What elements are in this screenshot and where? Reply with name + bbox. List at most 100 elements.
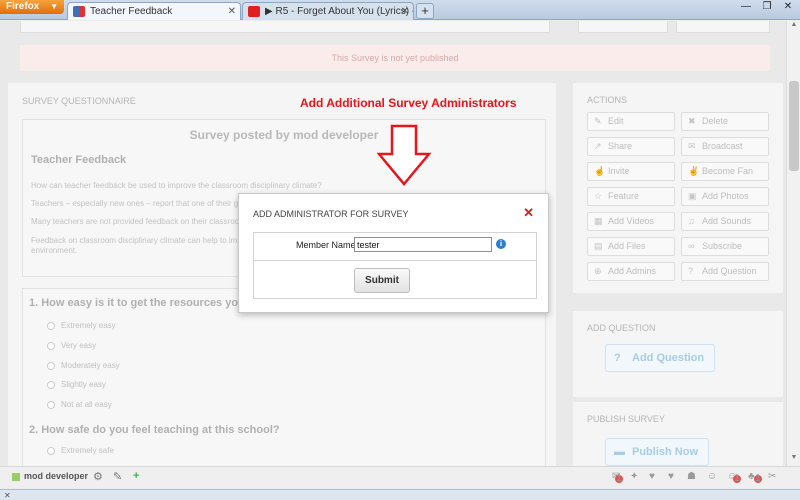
questions-list: 1. How easy is it to get the resources y… <box>22 288 546 466</box>
new-tab-button[interactable]: + <box>416 3 434 19</box>
share-icon: ↗ <box>594 141 602 151</box>
button-label: Broadcast <box>702 141 743 151</box>
option-label: Very easy <box>61 341 97 350</box>
scroll-up-icon[interactable]: ▲ <box>787 21 800 33</box>
delete-button[interactable]: ✖ Delete <box>681 112 769 131</box>
person-alert-icon[interactable]: ☺ 1 <box>727 471 741 484</box>
radio-button[interactable] <box>47 446 55 455</box>
button-label: Add Admins <box>608 266 657 276</box>
actions-panel: ACTIONS ✎ Edit ✖ Delete ↗ Share ✉ Broadcast … <box>573 83 783 293</box>
scrollbar-thumb[interactable] <box>789 81 799 171</box>
broadcast-button[interactable]: ✉ Broadcast <box>681 137 769 156</box>
option-label: Slightly easy <box>61 380 106 389</box>
radio-button[interactable] <box>47 380 55 389</box>
questionnaire-label: SURVEY QUESTIONNAIRE <box>22 96 136 106</box>
tab-youtube[interactable]: ▶ R5 - Forget About You (Lyrics) - Yo...… <box>242 2 414 20</box>
heart-outline-icon[interactable]: ♥ <box>668 471 674 482</box>
question-circle-icon: ? <box>614 352 621 364</box>
submit-button[interactable]: Submit <box>354 268 410 293</box>
answer-option[interactable]: Slightly easy <box>47 380 106 389</box>
add-sounds-button[interactable]: ♫ Add Sounds <box>681 212 769 231</box>
button-label: Add Photos <box>702 191 749 201</box>
photo-icon: ▣ <box>688 191 697 201</box>
option-label: Extremely safe <box>61 446 114 455</box>
firefox-menu-label: Firefox <box>6 1 40 12</box>
add-files-button[interactable]: ▤ Add Files <box>587 237 675 256</box>
publish-now-button[interactable]: ▬ Publish Now <box>605 438 709 466</box>
survey-paragraph: How can teacher feedback be used to impr… <box>31 181 322 190</box>
add-videos-button[interactable]: ▦ Add Videos <box>587 212 675 231</box>
answer-option[interactable]: Extremely safe <box>47 446 114 455</box>
survey-title: Teacher Feedback <box>31 154 127 166</box>
person-icon[interactable]: ☺ <box>707 471 717 482</box>
mail-icon[interactable]: ✉1 <box>612 471 623 484</box>
notification-badge: 1 <box>754 473 762 484</box>
wrench-icon[interactable]: ✂ <box>768 471 776 482</box>
button-label: Add Question <box>632 352 705 364</box>
button-label: Become Fan <box>702 166 754 176</box>
broadcast-icon: ✉ <box>688 141 696 151</box>
tab-title: Teacher Feedback <box>90 6 173 17</box>
info-icon[interactable]: i <box>496 239 506 249</box>
answer-option[interactable]: Not at all easy <box>47 400 112 409</box>
add-question-action-button[interactable]: ? Add Question <box>681 262 769 281</box>
add-question-label: ADD QUESTION <box>587 323 656 333</box>
bell-icon[interactable]: ♣ 1 <box>748 471 762 484</box>
tab-teacher-feedback[interactable]: Teacher Feedback ✕ <box>67 2 241 20</box>
subscribe-button[interactable]: ∞ Subscribe <box>681 237 769 256</box>
link-icon: ∞ <box>688 241 695 251</box>
user-status-icon <box>12 472 20 481</box>
edit-button[interactable]: ✎ Edit <box>587 112 675 131</box>
notification-badge: 1 <box>615 473 623 484</box>
page-scrollbar[interactable]: ▲ ▼ <box>786 21 800 466</box>
radio-button[interactable] <box>47 321 55 330</box>
answer-option[interactable]: Moderately easy <box>47 361 120 370</box>
twitter-icon[interactable]: ✦ <box>630 471 638 482</box>
tab-close-icon[interactable]: ✕ <box>228 3 236 20</box>
minimize-icon[interactable]: — <box>736 0 756 14</box>
compose-icon[interactable]: ✎ <box>113 470 122 483</box>
add-admins-button[interactable]: ⊕ Add Admins <box>587 262 675 281</box>
delete-icon: ✖ <box>688 116 696 126</box>
group-icon[interactable]: ☗ <box>687 471 696 482</box>
invite-button[interactable]: ☝ Invite <box>587 162 675 181</box>
plus-icon[interactable]: + <box>133 470 139 482</box>
add-photos-button[interactable]: ▣ Add Photos <box>681 187 769 206</box>
scroll-down-icon[interactable]: ▼ <box>787 454 800 466</box>
close-icon[interactable]: ✕ <box>523 205 534 221</box>
add-question-button[interactable]: ? Add Question <box>605 344 716 372</box>
feature-button[interactable]: ☆ Feature <box>587 187 675 206</box>
notification-badge: 1 <box>733 473 741 484</box>
tab-close-icon[interactable]: ✕ <box>401 3 409 20</box>
radio-button[interactable] <box>47 400 55 409</box>
add-administrator-dialog: ADD ADMINISTRATOR FOR SURVEY ✕ Member Na… <box>238 193 549 313</box>
option-label: Not at all easy <box>61 400 112 409</box>
gear-icon[interactable]: ⚙ <box>93 470 103 483</box>
answer-option[interactable]: Extremely easy <box>47 321 116 330</box>
close-window-icon[interactable]: ✕ <box>778 0 798 14</box>
button-label: Add Question <box>702 266 757 276</box>
become-fan-button[interactable]: ✌ Become Fan <box>681 162 769 181</box>
maximize-icon[interactable]: ❐ <box>757 0 777 14</box>
tab-title: ▶ R5 - Forget About You (Lyrics) - Yo... <box>265 6 413 17</box>
annotation-text: Add Additional Survey Administrators <box>300 96 517 110</box>
survey-paragraph: environment. <box>31 246 78 255</box>
radio-button[interactable] <box>47 341 55 350</box>
share-button[interactable]: ↗ Share <box>587 137 675 156</box>
option-label: Extremely easy <box>61 321 116 330</box>
video-icon: ▦ <box>594 216 603 226</box>
posted-by-text: Survey posted by mod developer <box>189 128 379 142</box>
answer-option[interactable]: Very easy <box>47 341 96 350</box>
youtube-favicon-icon <box>248 6 260 17</box>
button-label: Feature <box>608 191 640 201</box>
option-label: Moderately easy <box>61 361 120 370</box>
publish-panel: PUBLISH SURVEY ▬ Publish Now <box>573 402 783 466</box>
member-name-input[interactable] <box>354 237 492 252</box>
firefox-menu-button[interactable]: Firefox ▼ <box>0 0 64 14</box>
heart-icon[interactable]: ♥ <box>649 471 655 482</box>
radio-button[interactable] <box>47 361 55 370</box>
user-menu[interactable]: mod developer <box>12 471 88 481</box>
button-label: Invite <box>608 166 630 176</box>
dropdown-arrow-icon: ▼ <box>50 2 58 11</box>
addon-bar-close-icon[interactable]: ✕ <box>4 490 11 500</box>
